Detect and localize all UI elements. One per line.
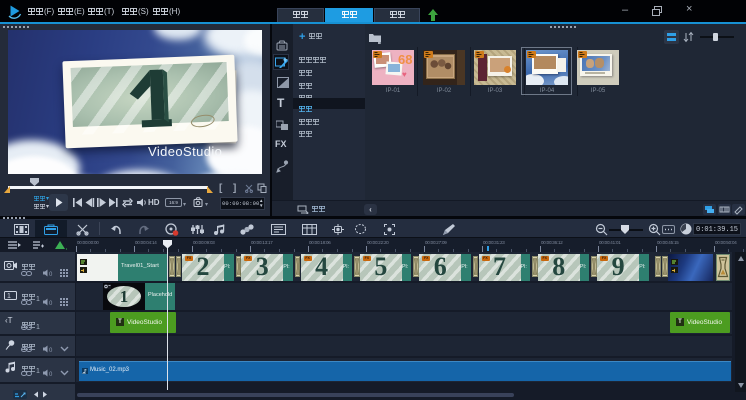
svg-text:0: 0 xyxy=(49,372,53,377)
svg-text:1: 1 xyxy=(7,293,11,300)
svg-text:0: 0 xyxy=(49,272,53,277)
svg-text:0: 0 xyxy=(49,301,53,306)
svg-text:0: 0 xyxy=(49,348,53,353)
